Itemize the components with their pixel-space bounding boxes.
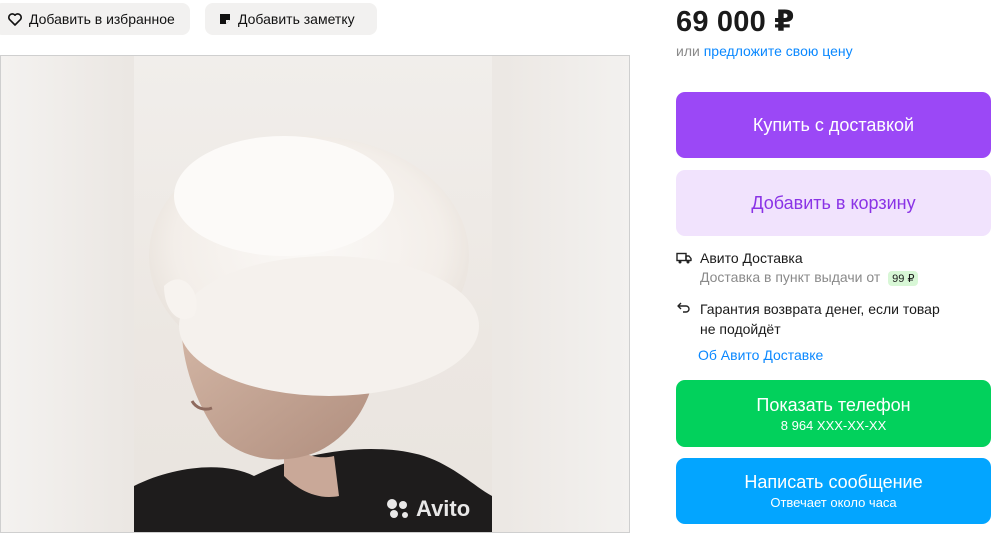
add-note-label: Добавить заметку — [238, 11, 355, 27]
avito-logo-icon — [387, 499, 408, 518]
add-to-favorites-label: Добавить в избранное — [29, 11, 175, 27]
add-to-cart-label: Добавить в корзину — [751, 192, 916, 213]
pickup-info: Доставка в пункт выдачи от 99 ₽ — [700, 269, 919, 286]
add-note-button[interactable]: Добавить заметку — [205, 3, 377, 35]
note-icon — [219, 13, 231, 25]
show-phone-button[interactable]: Показать телефон 8 964 XXX-XX-XX — [676, 380, 991, 447]
add-to-cart-button[interactable]: Добавить в корзину — [676, 170, 991, 236]
fur-hat-image — [134, 136, 492, 532]
show-phone-label: Показать телефон — [756, 394, 911, 415]
price: 69 000 ₽ — [676, 6, 795, 38]
add-to-favorites-button[interactable]: Добавить в избранное — [0, 3, 190, 35]
product-photo-gallery[interactable]: Avito — [0, 55, 630, 533]
avito-watermark-text: Avito — [416, 496, 471, 521]
suggest-price-link[interactable]: предложите свою цену — [704, 43, 853, 59]
about-avito-delivery-link[interactable]: Об Авито Доставке — [698, 347, 823, 363]
guarantee-line-1: Гарантия возврата денег, если товар — [700, 301, 940, 317]
offer-prefix: или — [676, 43, 700, 59]
return-guarantee: Гарантия возврата денег, если товар не п… — [676, 299, 940, 339]
guarantee-line-2: не подойдёт — [700, 321, 781, 337]
return-arrow-icon — [676, 299, 692, 339]
truck-icon — [676, 250, 692, 286]
pickup-text: Доставка в пункт выдачи от — [700, 269, 881, 285]
write-message-label: Написать сообщение — [744, 472, 923, 492]
product-photo[interactable] — [134, 56, 492, 532]
buy-with-delivery-label: Купить с доставкой — [752, 114, 915, 135]
write-message-button[interactable]: Написать сообщение Отвечает около часа — [676, 458, 991, 524]
buy-with-delivery-button[interactable]: Купить с доставкой — [676, 92, 991, 158]
avito-watermark: Avito — [386, 496, 470, 522]
phone-number: 8 964 XXX-XX-XX — [780, 417, 887, 433]
price-offer: или предложите свою цену — [676, 43, 853, 59]
heart-icon — [8, 12, 22, 26]
pickup-price-badge: 99 ₽ — [888, 271, 919, 286]
delivery-info: Авито Доставка Доставка в пункт выдачи о… — [676, 250, 919, 286]
response-time: Отвечает около часа — [770, 495, 897, 510]
delivery-title: Авито Доставка — [700, 250, 803, 266]
